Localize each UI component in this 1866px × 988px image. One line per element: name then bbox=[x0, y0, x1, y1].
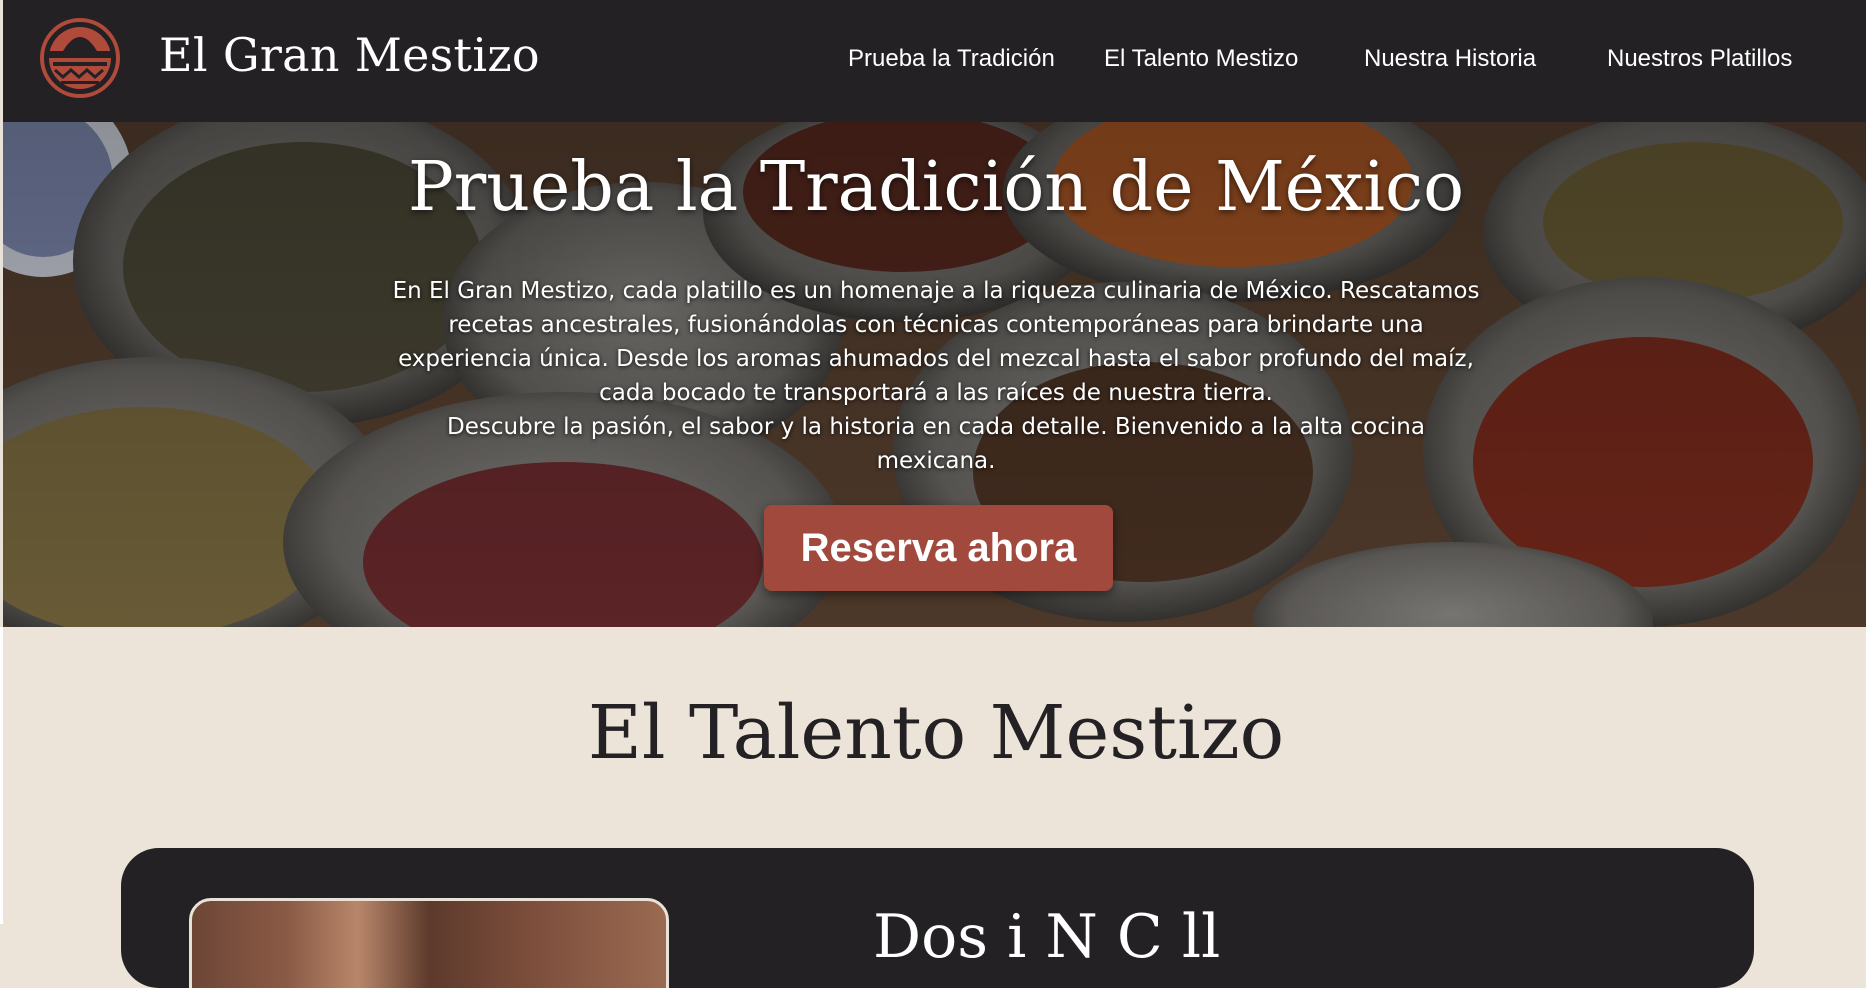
nav-prueba-la-tradicion[interactable]: Prueba la Tradición bbox=[848, 45, 1055, 73]
reserva-ahora-button[interactable]: Reserva ahora bbox=[764, 505, 1113, 591]
hero-title: Prueba la Tradición de México bbox=[407, 148, 1465, 227]
hero-section: Prueba la Tradición de México En El Gran… bbox=[0, 122, 1866, 627]
sombrero-logo-icon[interactable] bbox=[33, 17, 127, 99]
section-title: El Talento Mestizo bbox=[587, 690, 1285, 776]
hero-paragraph-1: En El Gran Mestizo, cada platillo es un … bbox=[392, 278, 1480, 406]
chef-name-partial: Dos i N C ll bbox=[873, 902, 1221, 972]
hero-description: En El Gran Mestizo, cada platillo es un … bbox=[386, 274, 1486, 478]
top-navigation-bar: El Gran Mestizo Prueba la Tradición El T… bbox=[0, 0, 1866, 122]
nav-nuestra-historia[interactable]: Nuestra Historia bbox=[1364, 45, 1536, 73]
hero-paragraph-2: Descubre la pasión, el sabor y la histor… bbox=[447, 414, 1425, 474]
nav-el-talento-mestizo[interactable]: El Talento Mestizo bbox=[1104, 45, 1298, 73]
brand-title[interactable]: El Gran Mestizo bbox=[159, 28, 540, 82]
nav-nuestros-platillos[interactable]: Nuestros Platillos bbox=[1607, 45, 1792, 73]
chef-card: Dos i N C ll bbox=[121, 848, 1754, 988]
chef-photo bbox=[189, 898, 669, 988]
talent-section: El Talento Mestizo Dos i N C ll bbox=[0, 627, 1866, 988]
